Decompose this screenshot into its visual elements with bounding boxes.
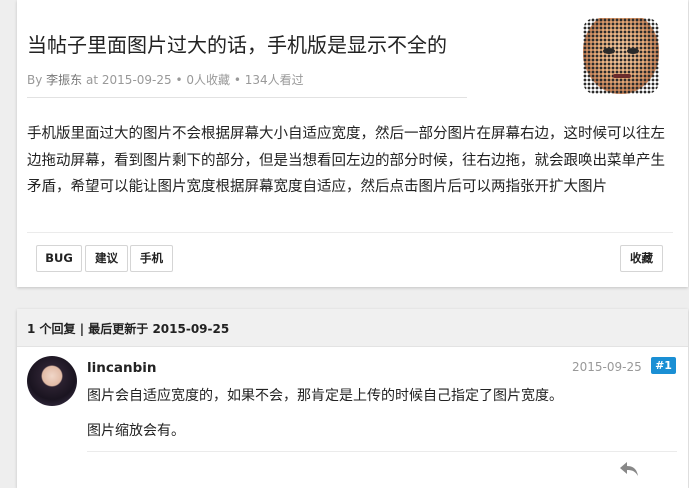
meta-by: By [27, 73, 43, 87]
tags-divider [27, 232, 673, 233]
meta-separator: • [175, 73, 183, 87]
views-count: 134人看过 [244, 73, 304, 87]
topic-card: 当帖子里面图片过大的话，手机版是显示不全的 By 李振东 at 2015-09-… [17, 0, 688, 287]
topic-meta: By 李振东 at 2015-09-25 • 0人收藏 • 134人看过 [27, 71, 304, 88]
floor-badge[interactable]: #1 [651, 357, 676, 374]
reply-text-line: 图片缩放会有。 [87, 423, 185, 439]
reply-icon[interactable] [619, 461, 639, 477]
tag-suggestion[interactable]: 建议 [85, 245, 128, 272]
replies-header: 1 个回复 | 最后更新于 2015-09-25 [17, 309, 688, 347]
reply-date: 2015-09-25 [572, 360, 642, 374]
reply-divider [87, 451, 677, 452]
favorites-count: 0人收藏 [186, 73, 231, 87]
reply-text-line: 图片会自适应宽度的，如果不会，那肯定是上传的时候自己指定了图片宽度。 [87, 388, 563, 404]
topic-title: 当帖子里面图片过大的话，手机版是显示不全的 [27, 33, 447, 57]
meta-separator: • [233, 73, 241, 87]
avatar-mouth [613, 74, 631, 78]
tag-bug[interactable]: BUG [36, 245, 82, 272]
tag-mobile[interactable]: 手机 [130, 245, 173, 272]
topic-date: 2015-09-25 [101, 73, 172, 87]
meta-at: at [86, 73, 99, 87]
reply-avatar[interactable] [27, 356, 77, 406]
replies-card: 1 个回复 | 最后更新于 2015-09-25 lincanbin 2015-… [17, 309, 688, 488]
author-link[interactable]: 李振东 [46, 73, 82, 87]
topic-content: 手机版里面过大的图片不会根据屏幕大小自适应宽度，然后一部分图片在屏幕右边，这时候… [27, 126, 665, 195]
author-avatar[interactable] [583, 18, 659, 94]
avatar-eye [603, 48, 615, 54]
avatar-eye [627, 48, 639, 54]
favorite-button[interactable]: 收藏 [620, 245, 663, 272]
replies-summary: 1 个回复 | 最后更新于 2015-09-25 [27, 322, 230, 336]
reply-author[interactable]: lincanbin [87, 360, 157, 376]
meta-divider [27, 97, 467, 98]
